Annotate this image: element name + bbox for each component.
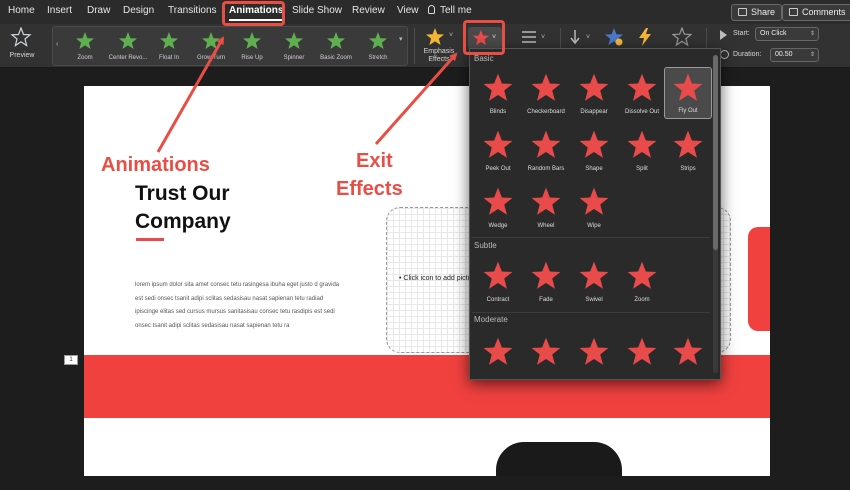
- annotation-arrows: [156, 36, 458, 153]
- powerpoint-window: Home Insert Draw Design Transitions Anim…: [0, 0, 850, 490]
- animations-annotation-label: Animations: [101, 154, 210, 176]
- exit-annotation-line: Effects: [336, 178, 403, 200]
- exit-effects-arrow: [374, 52, 458, 145]
- exit-annotation-line: Exit: [356, 150, 393, 172]
- animations-arrow: [156, 36, 225, 153]
- exit-effects-annotation: Exit Effects: [336, 147, 403, 203]
